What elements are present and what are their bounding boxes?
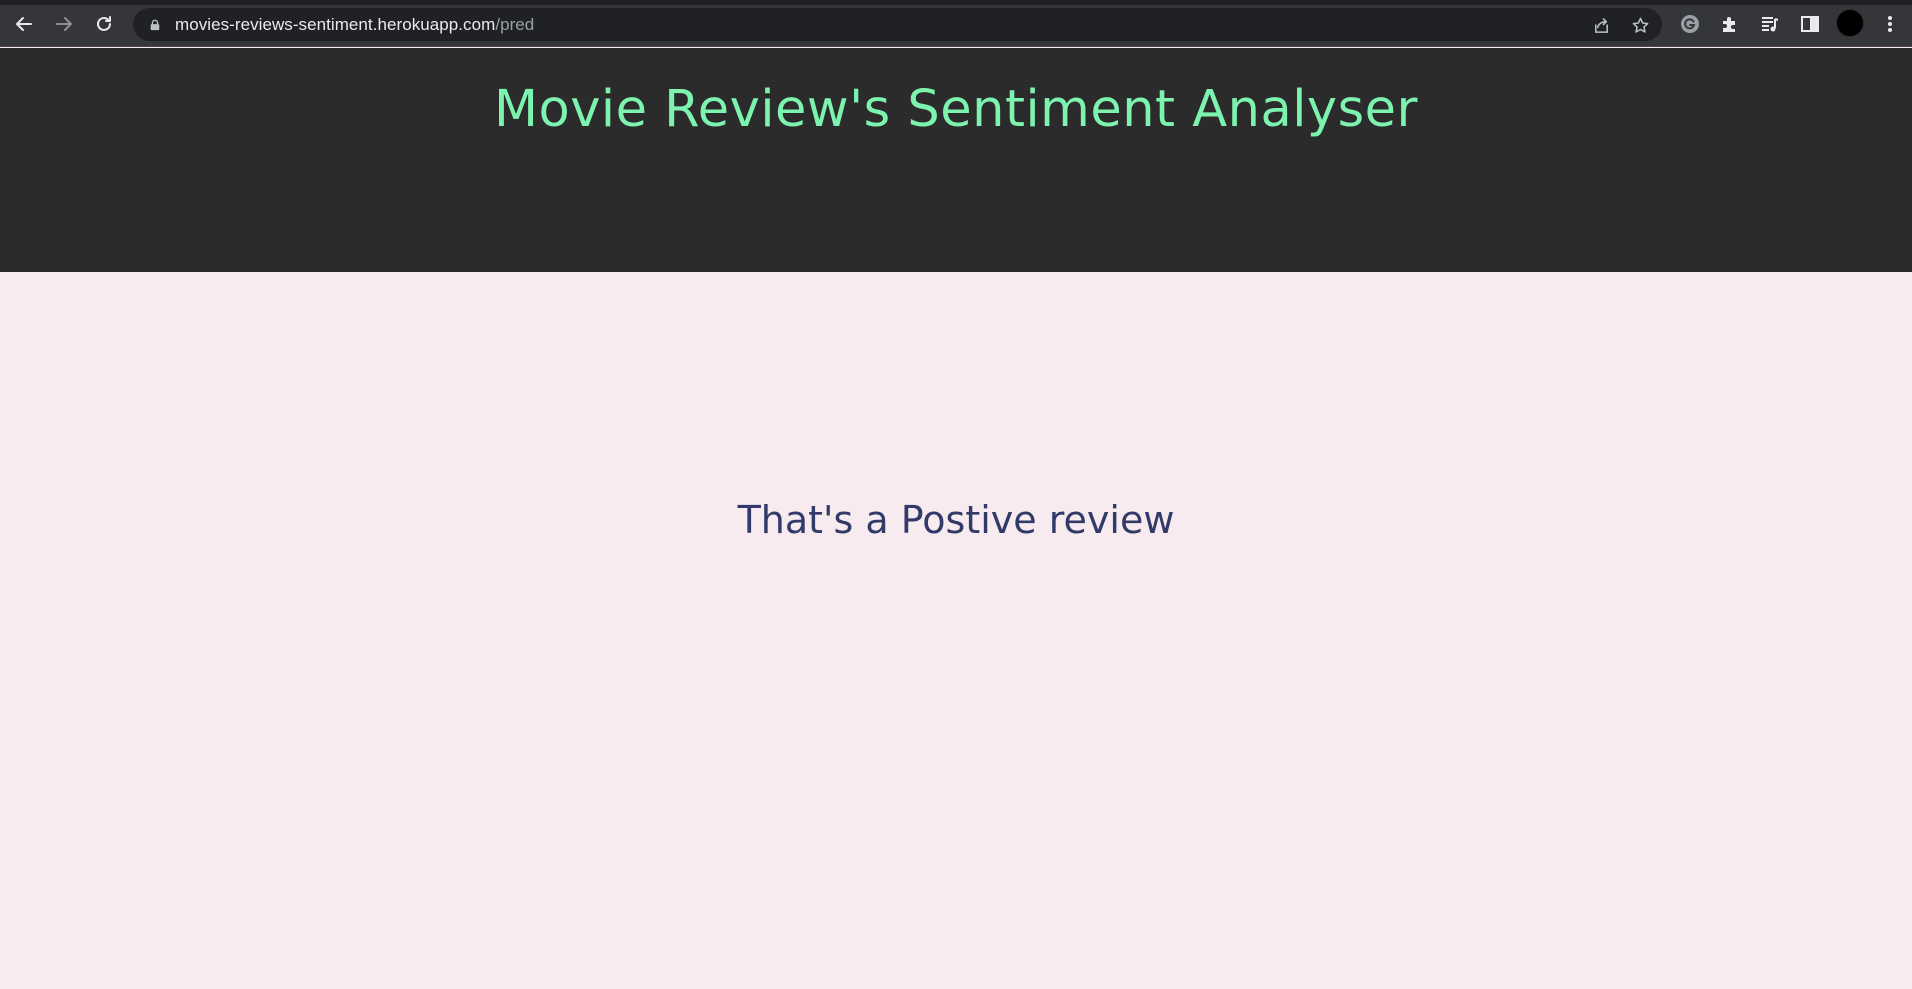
back-icon[interactable] (10, 10, 38, 38)
profile-avatar[interactable] (1836, 9, 1864, 37)
lock-icon[interactable] (148, 18, 162, 32)
sentiment-result: That's a Postive review (737, 498, 1175, 542)
url-text: movies-reviews-sentiment.herokuapp.com/p… (175, 15, 534, 35)
page-header: Movie Review's Sentiment Analyser (0, 48, 1912, 272)
star-icon[interactable] (1630, 15, 1650, 35)
reload-icon[interactable] (90, 10, 118, 38)
side-panel-icon[interactable] (1798, 12, 1822, 36)
page-title: Movie Review's Sentiment Analyser (494, 80, 1418, 139)
url-host: movies-reviews-sentiment.herokuapp.com (175, 14, 496, 34)
grammarly-icon[interactable] (1678, 12, 1702, 36)
address-bar[interactable]: movies-reviews-sentiment.herokuapp.com/p… (133, 8, 1662, 41)
extensions-icon[interactable] (1718, 12, 1742, 36)
menu-icon[interactable] (1879, 12, 1901, 36)
media-control-icon[interactable] (1758, 12, 1782, 36)
url-path: /pred (495, 14, 535, 34)
share-icon[interactable] (1591, 15, 1611, 35)
forward-icon[interactable] (50, 10, 78, 38)
browser-toolbar: movies-reviews-sentiment.herokuapp.com/p… (0, 0, 1912, 47)
